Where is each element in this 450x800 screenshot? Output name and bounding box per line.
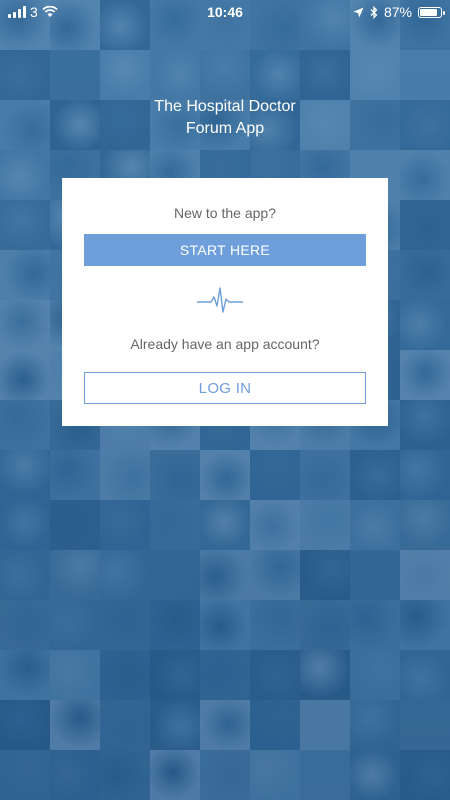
log-in-button[interactable]: LOG IN <box>84 372 366 404</box>
existing-account-prompt: Already have an app account? <box>130 336 320 352</box>
start-here-button[interactable]: START HERE <box>84 234 366 266</box>
battery-percent: 87% <box>383 4 412 20</box>
status-bar: 3 10:46 87% <box>0 0 450 24</box>
heartbeat-pulse-icon <box>197 287 243 313</box>
app-title-line-2: Forum App <box>185 120 265 137</box>
welcome-card: New to the app? START HERE Already have … <box>62 178 388 426</box>
battery-icon <box>418 6 445 18</box>
app-title: The Hospital Doctor Forum App <box>0 96 450 140</box>
app-title-line-1: The Hospital Doctor <box>154 98 296 115</box>
status-right: 87% <box>353 4 445 20</box>
new-user-prompt: New to the app? <box>174 205 276 221</box>
battery-level-fill <box>420 8 438 16</box>
location-arrow-icon <box>353 7 364 17</box>
bluetooth-icon <box>370 5 378 19</box>
